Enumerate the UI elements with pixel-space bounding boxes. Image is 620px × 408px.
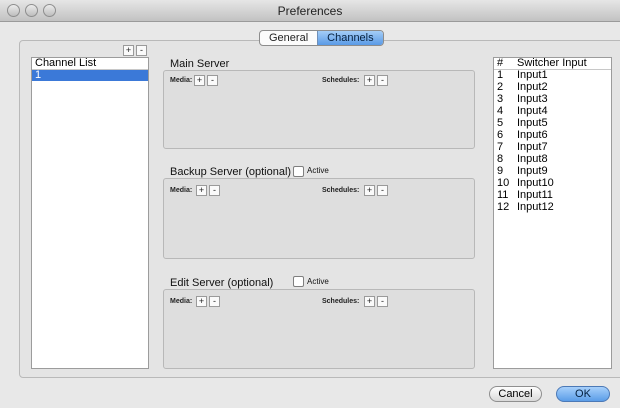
backup-active-checkbox[interactable] <box>293 166 304 177</box>
main-schedules-label: Schedules: <box>322 77 360 84</box>
backup-active-label: Active <box>307 166 329 175</box>
edit-schedules-label: Schedules: <box>322 298 360 305</box>
window-title: Preferences <box>277 4 343 18</box>
ok-button[interactable]: OK <box>556 386 610 402</box>
switcher-col-input[interactable]: Switcher Input <box>517 58 611 69</box>
switcher-table-row[interactable]: 5 Input5 <box>494 118 611 130</box>
add-channel-button[interactable]: + <box>123 45 134 56</box>
backup-schedules-remove-button[interactable]: - <box>377 185 388 196</box>
edit-schedules-add-button[interactable]: + <box>364 296 375 307</box>
switcher-col-number[interactable]: # <box>494 58 517 69</box>
channel-list-header[interactable]: Channel List <box>32 58 148 70</box>
switcher-table-body: 1 Input1 2 Input2 3 Input3 4 Input4 5 Input5 6 Inpu… <box>494 70 611 214</box>
main-media-remove-button[interactable]: - <box>207 75 218 86</box>
edit-server-title: Edit Server (optional) <box>170 277 274 289</box>
backup-media-add-button[interactable]: + <box>196 185 207 196</box>
backup-media-remove-button[interactable]: - <box>209 185 220 196</box>
cancel-button[interactable]: Cancel <box>489 386 542 402</box>
channel-list-item[interactable]: 1 <box>32 70 148 81</box>
main-server-title: Main Server <box>170 58 230 70</box>
tab-general[interactable]: General <box>260 31 317 45</box>
edit-schedules-remove-button[interactable]: - <box>377 296 388 307</box>
preferences-tabs: General Channels <box>259 30 384 46</box>
switcher-table-row[interactable]: 1 Input1 <box>494 70 611 82</box>
channel-list[interactable]: Channel List 1 <box>31 57 149 369</box>
main-schedules-remove-button[interactable]: - <box>377 75 388 86</box>
switcher-table-row[interactable]: 8 Input8 <box>494 154 611 166</box>
switcher-table-row[interactable]: 3 Input3 <box>494 94 611 106</box>
switcher-table-row[interactable]: 12 Input12 <box>494 202 611 214</box>
backup-server-title: Backup Server (optional) <box>170 166 292 178</box>
edit-media-add-button[interactable]: + <box>196 296 207 307</box>
switcher-table-row[interactable]: 2 Input2 <box>494 82 611 94</box>
edit-media-remove-button[interactable]: - <box>209 296 220 307</box>
title-bar: Preferences <box>0 0 620 22</box>
switcher-table-header: # Switcher Input <box>494 58 611 70</box>
switcher-table-row[interactable]: 7 Input7 <box>494 142 611 154</box>
switcher-table-row[interactable]: 4 Input4 <box>494 106 611 118</box>
backup-schedules-label: Schedules: <box>322 187 360 194</box>
main-schedules-add-button[interactable]: + <box>364 75 375 86</box>
edit-active-checkbox[interactable] <box>293 276 304 287</box>
backup-media-label: Media: <box>170 187 193 194</box>
main-media-label: Media: <box>170 77 193 84</box>
backup-schedules-add-button[interactable]: + <box>364 185 375 196</box>
switcher-input-table[interactable]: # Switcher Input 1 Input1 2 Input2 3 Input3 4 I… <box>493 57 612 369</box>
switcher-row-number: 12 <box>497 201 510 213</box>
edit-active-label: Active <box>307 277 329 286</box>
switcher-row-input: Input12 <box>517 201 554 213</box>
main-media-add-button[interactable]: + <box>194 75 205 86</box>
tab-channels[interactable]: Channels <box>317 31 383 45</box>
edit-media-label: Media: <box>170 298 193 305</box>
remove-channel-button[interactable]: - <box>136 45 147 56</box>
switcher-table-row[interactable]: 6 Input6 <box>494 130 611 142</box>
